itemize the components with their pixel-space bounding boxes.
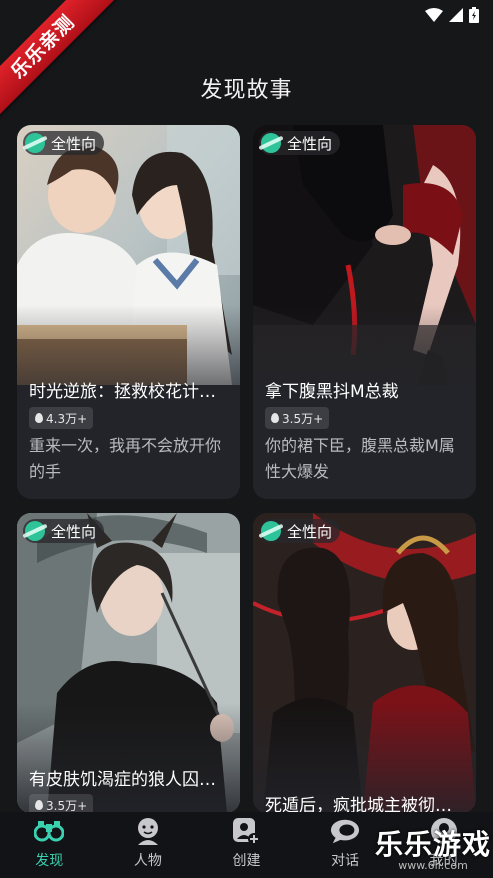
tab-label: 对话 xyxy=(331,853,360,869)
story-card[interactable]: 全性向 拿下腹黑抖M总裁 3.5万+ 你的裙下臣，腹黑总裁M属性大爆发 xyxy=(253,125,476,499)
genre-tag: 全性向 xyxy=(23,131,105,155)
genre-tag-label: 全性向 xyxy=(287,522,333,541)
story-title: 时光逆旅：拯救校花计… xyxy=(29,382,216,402)
story-description: 重来一次，我再不会放开你的手 xyxy=(29,436,222,481)
genre-tag-label: 全性向 xyxy=(51,134,97,153)
flame-icon xyxy=(271,413,279,423)
popularity-badge: 3.5万+ xyxy=(29,794,94,813)
story-card[interactable]: 全性向 有皮肤饥渴症的狼人囚… 3.5万+ xyxy=(17,513,240,813)
tab-discover[interactable]: 发现 xyxy=(0,812,99,878)
popularity-badge: 4.3万+ xyxy=(29,407,94,429)
genre-tag: 全性向 xyxy=(23,519,105,543)
promo-ribbon: 乐乐亲测 xyxy=(0,0,130,130)
popularity-count: 3.5万+ xyxy=(46,798,88,813)
planet-icon xyxy=(25,521,45,541)
flame-icon xyxy=(35,413,43,423)
genre-tag-label: 全性向 xyxy=(287,134,333,153)
genre-tag-label: 全性向 xyxy=(51,522,97,541)
story-title: 有皮肤饥渴症的狼人囚… xyxy=(29,770,216,790)
genre-tag: 全性向 xyxy=(259,519,341,543)
popularity-badge: 3.5万+ xyxy=(265,407,330,429)
genre-tag: 全性向 xyxy=(259,131,341,155)
status-icons xyxy=(425,7,479,23)
chat-icon xyxy=(330,816,360,846)
planet-icon xyxy=(261,133,281,153)
signal-icon xyxy=(449,8,463,22)
create-icon xyxy=(231,816,261,846)
story-title: 拿下腹黑抖M总裁 xyxy=(265,382,399,402)
story-title: 死遁后，疯批城主被彻… xyxy=(265,796,452,813)
site-watermark: 乐乐游戏 www.6ll.com xyxy=(375,823,491,872)
wifi-icon xyxy=(425,8,443,22)
promo-ribbon-text: 乐乐亲测 xyxy=(0,0,123,127)
tab-label: 人物 xyxy=(133,853,162,869)
planet-icon xyxy=(261,521,281,541)
tab-label: 发现 xyxy=(35,853,64,869)
binoculars-icon xyxy=(34,816,65,846)
tab-characters[interactable]: 人物 xyxy=(99,812,198,878)
popularity-count: 4.3万+ xyxy=(46,411,88,426)
popularity-count: 3.5万+ xyxy=(282,411,324,426)
story-card[interactable]: 全性向 死遁后，疯批城主被彻… xyxy=(253,513,476,813)
tab-label: 创建 xyxy=(232,853,261,869)
story-card[interactable]: 全性向 时光逆旅：拯救校花计… 4.3万+ 重来一次，我再不会放开你的手 xyxy=(17,125,240,499)
battery-icon xyxy=(469,7,479,23)
planet-icon xyxy=(25,133,45,153)
tab-create[interactable]: 创建 xyxy=(197,812,296,878)
person-icon xyxy=(133,816,163,846)
story-description: 你的裙下臣，腹黑总裁M属性大爆发 xyxy=(265,436,455,481)
flame-icon xyxy=(35,800,43,810)
watermark-text: 乐乐游戏 xyxy=(374,828,491,861)
